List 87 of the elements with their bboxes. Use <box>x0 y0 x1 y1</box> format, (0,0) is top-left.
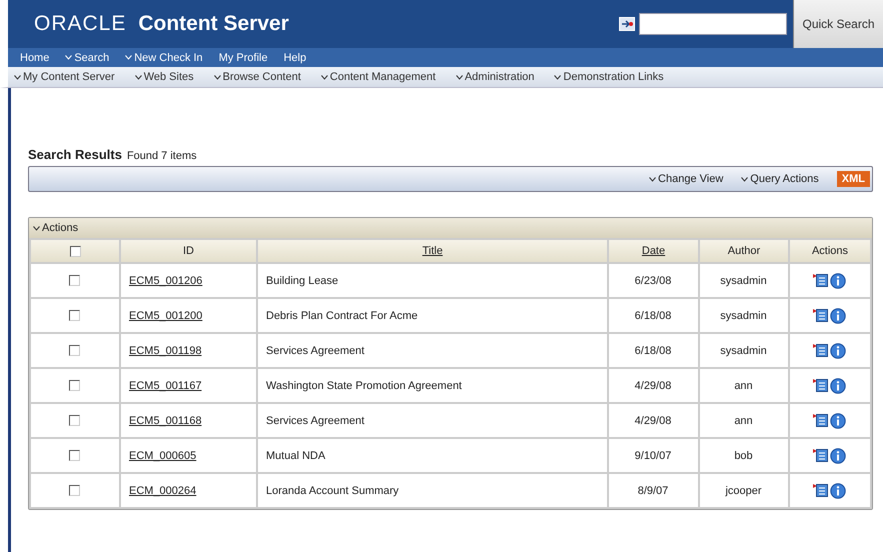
document-link[interactable]: ECM5_001198 <box>129 344 202 356</box>
info-icon[interactable] <box>830 272 846 288</box>
table-cell: 6/23/08 <box>634 274 672 286</box>
table-cell: Mutual NDA <box>266 450 326 462</box>
table-cell: Loranda Account Summary <box>266 484 399 496</box>
document-link[interactable]: ECM_000605 <box>129 450 196 462</box>
table-cell: bob <box>734 450 753 462</box>
table-cell: 8/9/07 <box>638 484 668 496</box>
menu-item[interactable]: My Profile <box>218 52 268 64</box>
document-link[interactable]: ECM_000264 <box>129 484 196 496</box>
column-header: Actions <box>812 245 848 257</box>
table-cell: Debris Plan Contract For Acme <box>266 310 418 322</box>
document-link[interactable]: ECM5_001200 <box>129 310 202 322</box>
table-cell: Washington State Promotion Agreement <box>266 380 462 392</box>
table-cell: 6/18/08 <box>634 310 672 322</box>
caret-icon <box>33 226 40 231</box>
info-icon[interactable] <box>830 448 846 464</box>
menu-item[interactable]: New Check In <box>125 52 203 64</box>
menu-item[interactable]: Content Management <box>320 71 436 83</box>
menu-item[interactable]: Administration <box>456 71 534 83</box>
menu-item[interactable]: Search <box>65 52 110 64</box>
document-menu-icon[interactable] <box>813 378 829 393</box>
document-link[interactable]: ECM5_001167 <box>129 380 202 392</box>
column-header[interactable]: Date <box>642 245 666 257</box>
document-menu-icon[interactable] <box>813 448 829 463</box>
checkbox[interactable] <box>69 310 80 322</box>
menu-item[interactable]: Web Sites <box>134 71 194 83</box>
caret-icon <box>65 55 72 60</box>
document-menu-icon[interactable] <box>813 273 829 288</box>
checkbox[interactable] <box>70 246 80 257</box>
caret-icon <box>214 74 221 80</box>
table-cell: 4/29/08 <box>634 414 672 426</box>
table-cell: sysadmin <box>720 310 767 322</box>
table-cell: 6/18/08 <box>634 344 672 356</box>
info-icon[interactable] <box>830 412 846 428</box>
toolbar-menu[interactable]: Change View <box>649 173 724 185</box>
actions-menu[interactable]: Actions <box>33 222 78 234</box>
caret-icon <box>741 176 748 182</box>
table-cell: ann <box>734 414 753 426</box>
caret-icon <box>320 74 328 80</box>
document-link[interactable]: ECM5_001206 <box>129 274 202 286</box>
document-menu-icon[interactable] <box>813 343 829 358</box>
menu-item[interactable]: Demonstration Links <box>554 71 664 83</box>
table-cell: Building Lease <box>266 274 338 286</box>
info-icon[interactable] <box>830 342 846 358</box>
document-menu-icon[interactable] <box>813 483 829 498</box>
caret-icon <box>14 74 21 80</box>
quick-search-button[interactable]: Quick Search <box>793 0 883 48</box>
checkbox[interactable] <box>69 485 80 496</box>
results-count: Found 7 items <box>126 150 197 162</box>
menu-item[interactable]: Home <box>20 52 50 64</box>
caret-icon <box>134 74 142 80</box>
table-cell: sysadmin <box>720 344 767 356</box>
caret-icon <box>125 55 132 60</box>
caret-icon <box>554 74 562 80</box>
checkbox[interactable] <box>69 380 80 392</box>
product-title: Content Server <box>138 12 290 36</box>
table-cell: 9/10/07 <box>634 450 672 462</box>
info-icon[interactable] <box>830 482 846 498</box>
results-title: Search Results <box>28 147 122 162</box>
checkbox[interactable] <box>69 345 80 356</box>
checkbox[interactable] <box>69 415 80 426</box>
table-cell: ann <box>734 380 753 392</box>
search-field[interactable] <box>639 13 787 35</box>
caret-icon <box>649 176 656 182</box>
login-icon[interactable] <box>619 17 635 31</box>
document-menu-icon[interactable] <box>813 413 829 428</box>
column-header: Author <box>728 245 760 257</box>
caret-icon <box>456 74 463 80</box>
menu-item[interactable]: Browse Content <box>214 71 301 83</box>
table-cell: Services Agreement <box>266 414 364 426</box>
checkbox[interactable] <box>69 450 80 462</box>
document-link[interactable]: ECM5_001168 <box>129 414 202 426</box>
menu-item[interactable]: My Content Server <box>14 71 115 83</box>
table-cell: Services Agreement <box>266 344 364 356</box>
checkbox[interactable] <box>69 275 80 286</box>
menu-item[interactable]: Help <box>284 52 306 64</box>
column-header: ID <box>183 245 194 257</box>
brand-logo: ORACLE <box>34 12 126 36</box>
table-cell: sysadmin <box>720 274 767 286</box>
info-icon[interactable] <box>830 308 846 324</box>
document-menu-icon[interactable] <box>813 308 829 323</box>
table-cell: 4/29/08 <box>634 380 672 392</box>
toolbar-menu[interactable]: Query Actions <box>741 173 819 185</box>
info-icon[interactable] <box>830 378 846 394</box>
column-header[interactable]: Title <box>422 245 443 257</box>
table-cell: jcooper <box>725 484 762 496</box>
